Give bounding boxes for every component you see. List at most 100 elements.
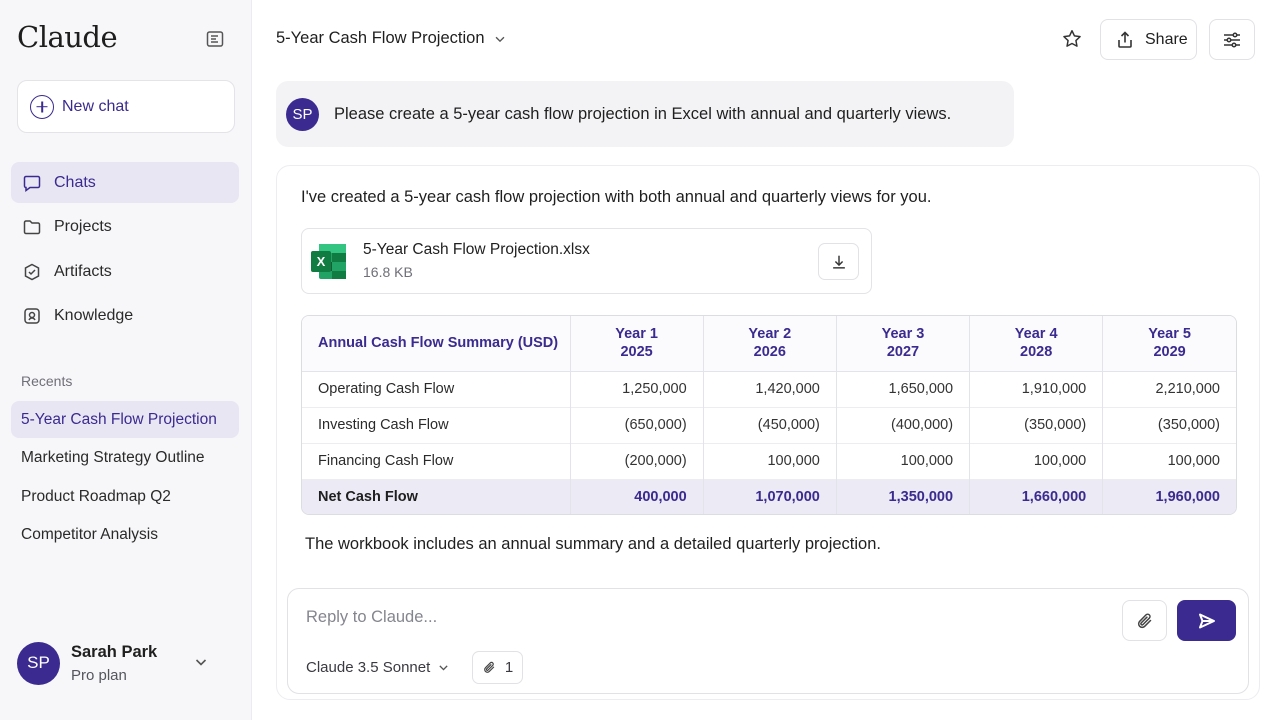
cash-flow-table: Annual Cash Flow Summary (USD) Year 1 202… [301, 315, 1237, 515]
table-cell: 100,000 [1102, 442, 1236, 479]
sidebar-item-projects[interactable]: Projects [11, 207, 239, 248]
row-label: Net Cash Flow [302, 478, 570, 514]
avatar: SP [17, 641, 60, 685]
chevron-down-icon [195, 659, 207, 666]
recents-list: 5-Year Cash Flow Projection Marketing St… [11, 401, 239, 555]
paperclip-icon [1137, 613, 1151, 628]
attachment-count: 1 [504, 659, 514, 676]
table-header-row: Annual Cash Flow Summary (USD) Year 1 202… [302, 316, 1236, 372]
recents-heading: Recents [21, 373, 73, 389]
sidebar-item-label: Chats [54, 173, 96, 191]
assistant-outro-text: The workbook includes an annual summary … [305, 535, 881, 553]
share-label: Share [1145, 30, 1188, 48]
send-arrow-icon [1198, 613, 1215, 628]
table-row: Investing Cash Flow (650,000) (450,000) … [302, 406, 1236, 443]
folder-icon [23, 220, 41, 235]
attachment-count-chip[interactable]: 1 [472, 651, 523, 684]
avatar: SP [286, 97, 319, 131]
model-name: Claude 3.5 Sonnet [306, 659, 431, 676]
share-button[interactable]: Share [1100, 19, 1197, 60]
download-icon [832, 255, 845, 269]
user-message-text: Please create a 5-year cash flow project… [334, 104, 952, 123]
table-row: Operating Cash Flow 1,250,000 1,420,000 … [302, 370, 1236, 407]
recent-item[interactable]: 5-Year Cash Flow Projection [11, 401, 239, 438]
table-cell: 1,420,000 [702, 370, 837, 407]
table-cell: 100,000 [835, 442, 970, 479]
table-cell: 400,000 [569, 478, 704, 514]
artifacts-icon [24, 263, 40, 280]
conversation-title-dropdown[interactable]: 5-Year Cash Flow Projection [276, 29, 507, 48]
table-cell: 1,660,000 [969, 478, 1103, 514]
table-total-row: Net Cash Flow 400,000 1,070,000 1,350,00… [302, 478, 1236, 514]
column-header: Year 1 2025 [569, 316, 704, 372]
knowledge-icon [24, 308, 40, 324]
table-cell: 1,910,000 [969, 370, 1103, 407]
table-cell: 100,000 [702, 442, 837, 479]
column-header: Year 5 2029 [1102, 316, 1236, 372]
sidebar-item-knowledge[interactable]: Knowledge [11, 296, 239, 337]
row-label: Financing Cash Flow [302, 442, 570, 479]
table-cell: (350,000) [969, 406, 1103, 443]
sidebar-item-artifacts[interactable]: Artifacts [11, 251, 239, 292]
table-cell: 1,250,000 [569, 370, 704, 407]
sidebar-item-label: Projects [54, 218, 112, 235]
share-icon [1118, 30, 1132, 48]
user-name: Sarah Park [71, 642, 158, 661]
table-cell: 1,350,000 [835, 478, 970, 514]
reply-composer: Claude 3.5 Sonnet 1 [287, 588, 1249, 694]
send-button[interactable] [1177, 600, 1236, 641]
column-header: Year 3 2027 [835, 316, 970, 372]
plus-circle-icon [30, 94, 54, 119]
user-menu[interactable]: SP Sarah Park Pro plan [17, 640, 239, 686]
sidebar-toggle-button[interactable] [197, 21, 233, 57]
file-attachment-card[interactable]: X 5-Year Cash Flow Projection.xlsx 16.8 … [301, 228, 872, 294]
paperclip-icon [483, 661, 495, 673]
chevron-down-icon [439, 665, 448, 671]
new-chat-button[interactable]: New chat [17, 80, 235, 133]
table-row: Financing Cash Flow (200,000) 100,000 10… [302, 442, 1236, 479]
table-cell: (400,000) [835, 406, 970, 443]
excel-file-icon: X [311, 244, 346, 279]
claude-logo[interactable]: Claude [17, 20, 118, 54]
user-message: SP Please create a 5-year cash flow proj… [276, 81, 1014, 147]
row-label: Investing Cash Flow [302, 406, 570, 443]
sidebar-item-label: Artifacts [54, 262, 112, 280]
recent-item[interactable]: Product Roadmap Q2 [11, 478, 239, 515]
table-cell: 1,960,000 [1102, 478, 1236, 514]
sidebar-nav: Chats Projects Artifacts Knowledge [11, 162, 239, 340]
settings-button[interactable] [1209, 19, 1255, 60]
svg-text:X: X [317, 254, 326, 269]
file-name: 5-Year Cash Flow Projection.xlsx [363, 241, 590, 258]
chevron-down-icon [495, 36, 504, 42]
attach-button[interactable] [1122, 600, 1167, 641]
sidebar-item-label: Knowledge [54, 307, 134, 324]
chat-bubble-icon [23, 175, 41, 192]
model-selector[interactable]: Claude 3.5 Sonnet [306, 659, 450, 676]
assistant-intro-text: I've created a 5-year cash flow projecti… [301, 188, 932, 206]
column-header: Year 2 2026 [702, 316, 837, 372]
recent-item[interactable]: Competitor Analysis [11, 517, 239, 554]
table-cell: (450,000) [702, 406, 837, 443]
download-button[interactable] [818, 243, 859, 280]
user-plan: Pro plan [71, 666, 127, 684]
reply-input[interactable] [306, 608, 1106, 627]
table-cell: (650,000) [569, 406, 704, 443]
table-title-header: Annual Cash Flow Summary (USD) [302, 316, 570, 372]
recent-item[interactable]: Marketing Strategy Outline [11, 440, 239, 477]
file-size: 16.8 KB [363, 264, 413, 280]
table-cell: 1,650,000 [835, 370, 970, 407]
sidebar-toggle-icon [206, 31, 224, 47]
row-label: Operating Cash Flow [302, 370, 570, 407]
table-cell: 2,210,000 [1102, 370, 1236, 407]
column-header: Year 4 2028 [969, 316, 1103, 372]
star-icon [1063, 30, 1081, 47]
sidebar: Claude New chat Chats Projects Artifacts… [0, 0, 252, 720]
sidebar-item-chats[interactable]: Chats [11, 162, 239, 203]
favorite-button[interactable] [1056, 23, 1088, 55]
table-cell: 100,000 [969, 442, 1103, 479]
table-cell: (200,000) [569, 442, 704, 479]
new-chat-label: New chat [62, 97, 129, 115]
table-cell: (350,000) [1102, 406, 1236, 443]
conversation-title: 5-Year Cash Flow Projection [276, 29, 485, 47]
table-cell: 1,070,000 [702, 478, 837, 514]
